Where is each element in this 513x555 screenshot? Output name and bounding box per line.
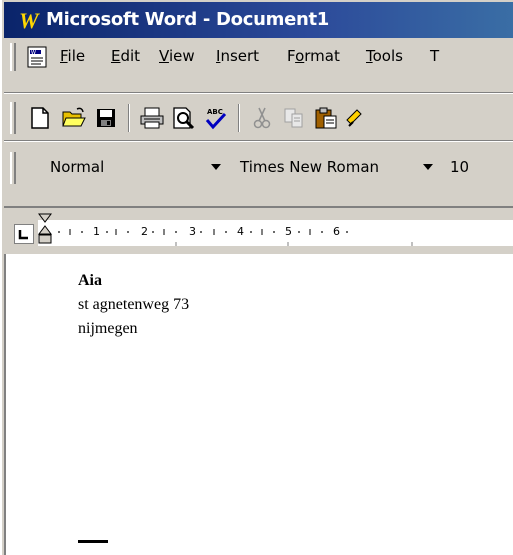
ruler-number-6: 6 bbox=[333, 225, 340, 238]
word-w-icon: W bbox=[19, 8, 40, 32]
font-dropdown-arrow[interactable] bbox=[419, 155, 437, 179]
new-button[interactable] bbox=[26, 104, 54, 132]
cut-scissors-icon bbox=[253, 107, 271, 129]
toolbar-divider-2 bbox=[238, 104, 240, 132]
formatting-separator bbox=[4, 140, 513, 142]
chevron-down-icon bbox=[423, 164, 433, 170]
ruler-number-3: 3 bbox=[189, 225, 196, 238]
svg-text:W: W bbox=[19, 8, 40, 32]
toolbar-divider-1 bbox=[128, 104, 130, 132]
menu-tools-rest: ools bbox=[372, 47, 403, 65]
menu-bar: W File Edit View Insert Format Tools T bbox=[4, 40, 513, 74]
end-of-document-marker bbox=[78, 540, 108, 543]
menu-format[interactable]: Format bbox=[287, 47, 340, 65]
toolbar-grip[interactable] bbox=[10, 102, 16, 134]
menu-file-mnemonic: F bbox=[60, 47, 68, 65]
ruler-number-1: 1 bbox=[93, 225, 100, 238]
spelling-button[interactable]: ABC bbox=[202, 104, 230, 132]
menu-view-mnemonic: V bbox=[159, 47, 169, 65]
menu-format-pre: F bbox=[287, 47, 296, 65]
menu-file-rest: ile bbox=[67, 47, 86, 65]
font-size-combo[interactable]: 10 bbox=[444, 154, 513, 180]
font-value: Times New Roman bbox=[240, 158, 380, 176]
ruler-area: 1 2 3 4 5 6 bbox=[4, 206, 513, 254]
indent-markers-icon[interactable] bbox=[38, 212, 52, 252]
document-line-3[interactable]: nijmegen bbox=[78, 320, 138, 338]
menu-insert-rest: nsert bbox=[220, 47, 260, 65]
formatting-toolbar: Normal Times New Roman 10 bbox=[4, 144, 513, 190]
window-title: Microsoft Word - Document1 bbox=[46, 9, 330, 30]
menu-edit[interactable]: Edit bbox=[111, 47, 140, 65]
print-preview-button[interactable] bbox=[170, 104, 198, 132]
chevron-down-icon bbox=[211, 164, 221, 170]
menu-bar-grip[interactable] bbox=[10, 43, 16, 71]
standard-toolbar: ABC bbox=[4, 96, 513, 140]
print-icon bbox=[140, 107, 164, 129]
ruler-number-4: 4 bbox=[237, 225, 244, 238]
menu-format-rest: rmat bbox=[304, 47, 340, 65]
toolbar-separator bbox=[4, 92, 513, 94]
paste-icon bbox=[315, 107, 337, 129]
style-value: Normal bbox=[50, 158, 105, 176]
print-button[interactable] bbox=[138, 104, 166, 132]
document-icon[interactable]: W bbox=[24, 45, 50, 69]
copy-icon bbox=[284, 108, 303, 128]
menu-insert[interactable]: Insert bbox=[216, 47, 259, 65]
menu-file[interactable]: File bbox=[60, 47, 85, 65]
format-painter-button[interactable] bbox=[342, 104, 370, 132]
tab-selector-button[interactable] bbox=[14, 224, 34, 244]
font-size-value: 10 bbox=[450, 158, 470, 176]
font-combo[interactable]: Times New Roman bbox=[234, 154, 438, 180]
menu-table-partial[interactable]: T bbox=[430, 47, 439, 65]
document-page[interactable]: Aia st agnetenweg 73 nijmegen bbox=[4, 254, 513, 555]
new-document-icon bbox=[31, 107, 49, 129]
save-button[interactable] bbox=[92, 104, 120, 132]
copy-button[interactable] bbox=[280, 104, 308, 132]
menu-edit-rest: dit bbox=[120, 47, 141, 65]
cut-button[interactable] bbox=[248, 104, 276, 132]
menu-view[interactable]: View bbox=[159, 47, 195, 65]
horizontal-ruler[interactable]: 1 2 3 4 5 6 bbox=[38, 213, 513, 246]
open-button[interactable] bbox=[60, 104, 88, 132]
document-line-2[interactable]: st agnetenweg 73 bbox=[78, 296, 189, 314]
word-window: W Microsoft Word - Document1 W File Edit… bbox=[0, 0, 513, 555]
spelling-check-icon: ABC bbox=[205, 108, 227, 130]
title-bar[interactable]: W Microsoft Word - Document1 bbox=[4, 2, 513, 38]
svg-text:ABC: ABC bbox=[207, 108, 223, 116]
ruler-number-5: 5 bbox=[285, 225, 292, 238]
menu-tools-mnemonic: T bbox=[366, 47, 373, 65]
menu-tools[interactable]: Tools bbox=[366, 47, 403, 65]
svg-text:W: W bbox=[31, 50, 36, 56]
menu-format-mnemonic: o bbox=[295, 47, 305, 65]
menu-view-rest: iew bbox=[168, 47, 195, 65]
format-painter-icon bbox=[346, 109, 362, 127]
ruler-number-2: 2 bbox=[141, 225, 148, 238]
style-dropdown-arrow[interactable] bbox=[207, 155, 225, 179]
paste-button[interactable] bbox=[312, 104, 340, 132]
save-disk-icon bbox=[97, 109, 115, 127]
formatting-grip[interactable] bbox=[10, 152, 16, 184]
document-line-1[interactable]: Aia bbox=[78, 272, 102, 290]
left-tab-icon bbox=[18, 230, 28, 240]
style-combo[interactable]: Normal bbox=[44, 154, 228, 180]
print-preview-icon bbox=[173, 107, 195, 130]
open-folder-icon bbox=[62, 107, 86, 127]
